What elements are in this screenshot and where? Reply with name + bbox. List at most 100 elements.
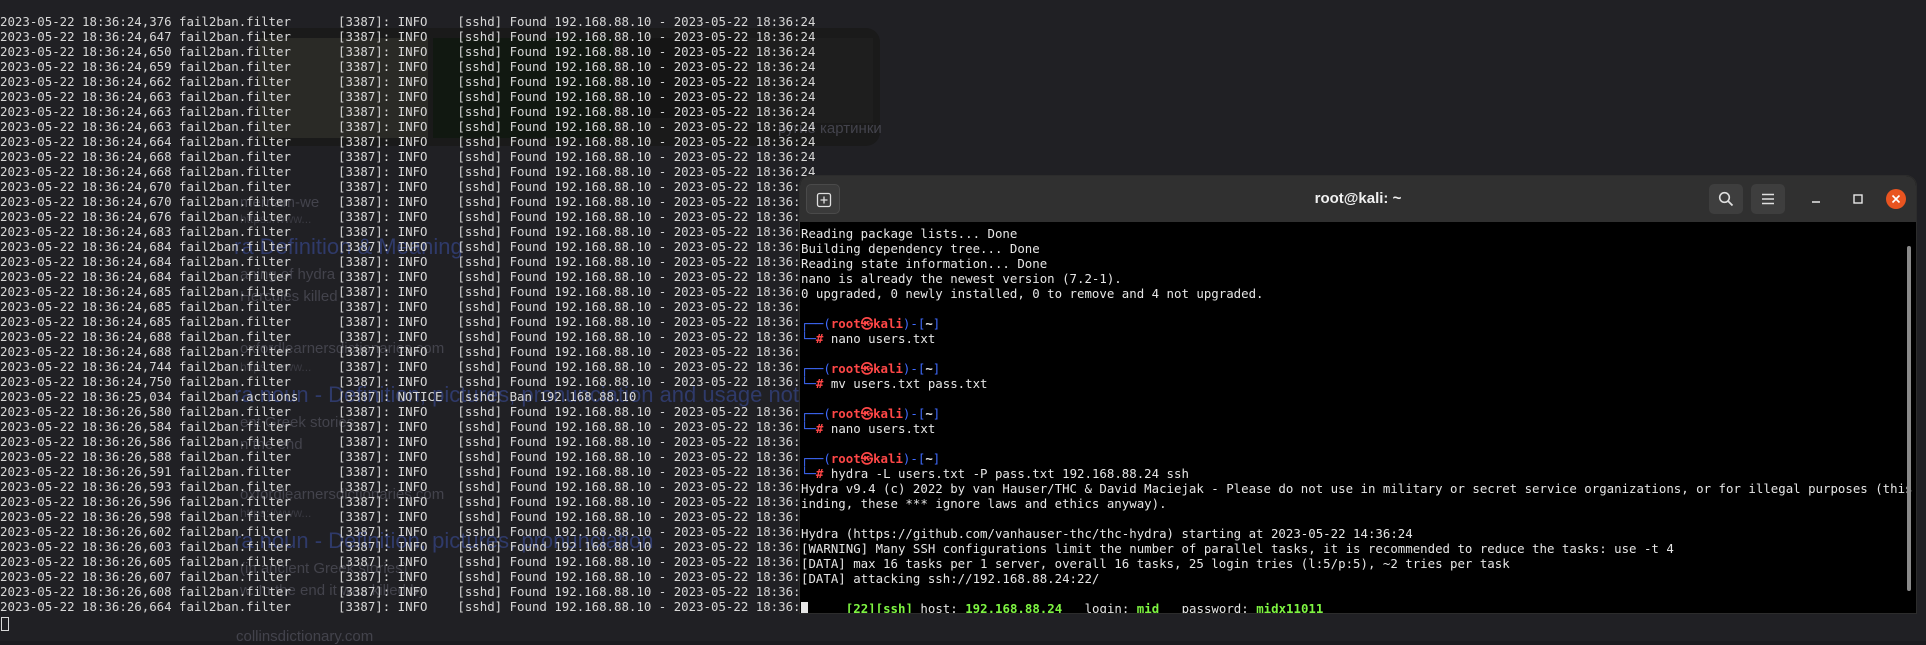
output-line: Building dependency tree... Done (801, 241, 1040, 256)
prompt-sep: )-[ (902, 406, 926, 421)
log-message: [3387]: INFO [sshd] Found 192.168.88.10 … (338, 74, 816, 89)
command-line: └─# mv users.txt pass.txt (801, 376, 1899, 391)
log-line: 2023-05-22 18:36:26,591 fail2ban.filter [… (0, 464, 815, 479)
terminal-cursor (1, 617, 9, 631)
log-source: 2023-05-22 18:36:24,750 fail2ban.filter (0, 374, 291, 389)
log-message: [3387]: INFO [sshd] Found 192.168.88.10 … (338, 44, 816, 59)
log-message: [3387]: INFO [sshd] Found 192.168.88.10 … (338, 89, 816, 104)
terminal-scrollbar[interactable] (1907, 246, 1911, 591)
log-source: 2023-05-22 18:36:24,683 fail2ban.filter (0, 224, 291, 239)
host-label: host: (920, 601, 958, 613)
log-source: 2023-05-22 18:36:25,034 fail2ban.actions (0, 389, 299, 404)
log-source: 2023-05-22 18:36:24,688 fail2ban.filter (0, 329, 291, 344)
log-source: 2023-05-22 18:36:24,668 fail2ban.filter (0, 164, 291, 179)
log-message: [3387]: INFO [sshd] Found 192.168.88.10 … (338, 149, 816, 164)
command-text: nano users.txt (830, 421, 936, 436)
log-line: 2023-05-22 18:36:25,034 fail2ban.actions… (0, 389, 790, 404)
log-message: [3387]: INFO [sshd] Found 192.168.88.10 … (338, 599, 816, 614)
log-line: 2023-05-22 18:36:26,588 fail2ban.filter [… (0, 449, 815, 464)
command-line: └─# nano users.txt (801, 331, 1899, 346)
login-label: login: (1084, 601, 1130, 613)
prompt-corner: └─ (801, 331, 816, 346)
terminal-window[interactable]: root@kali: ~ Reading package lists... Do… (800, 176, 1916, 613)
log-source: 2023-05-22 18:36:24,662 fail2ban.filter (0, 74, 291, 89)
log-message: [3387]: INFO [sshd] Found 192.168.88.10 … (338, 209, 816, 224)
prompt-host: kali (873, 316, 903, 331)
log-message: [3387]: INFO [sshd] Found 192.168.88.10 … (338, 239, 816, 254)
result-bracket: ] (905, 601, 913, 613)
log-line: 2023-05-22 18:36:24,685 fail2ban.filter [… (0, 284, 815, 299)
log-line: 2023-05-22 18:36:24,650 fail2ban.filter [… (0, 44, 815, 59)
search-button[interactable] (1709, 184, 1743, 214)
log-source: 2023-05-22 18:36:24,663 fail2ban.filter (0, 119, 291, 134)
log-message: [3387]: INFO [sshd] Found 192.168.88.10 … (338, 254, 816, 269)
skull-icon: ㉿ (860, 361, 874, 376)
log-line: 2023-05-22 18:36:24,684 fail2ban.filter [… (0, 254, 815, 269)
log-source: 2023-05-22 18:36:24,684 fail2ban.filter (0, 239, 291, 254)
output-line: [DATA] max 16 tasks per 1 server, overal… (801, 556, 1510, 571)
prompt-end: ] (932, 451, 941, 466)
minimize-button[interactable] (1806, 189, 1826, 209)
log-source: 2023-05-22 18:36:24,685 fail2ban.filter (0, 299, 291, 314)
log-message: [3387]: INFO [sshd] Found 192.168.88.10 … (338, 29, 816, 44)
log-message: [3387]: INFO [sshd] Found 192.168.88.10 … (338, 119, 816, 134)
log-line: 2023-05-22 18:36:24,750 fail2ban.filter [… (0, 374, 815, 389)
log-line: 2023-05-22 18:36:24,662 fail2ban.filter [… (0, 74, 815, 89)
log-message: [3387]: INFO [sshd] Found 192.168.88.10 … (338, 584, 816, 599)
log-line: 2023-05-22 18:36:24,663 fail2ban.filter [… (0, 104, 815, 119)
log-source: 2023-05-22 18:36:24,688 fail2ban.filter (0, 344, 291, 359)
log-line: 2023-05-22 18:36:26,584 fail2ban.filter [… (0, 419, 815, 434)
log-source: 2023-05-22 18:36:26,607 fail2ban.filter (0, 569, 291, 584)
log-source: 2023-05-22 18:36:24,647 fail2ban.filter (0, 29, 291, 44)
log-line: 2023-05-22 18:36:26,607 fail2ban.filter [… (0, 569, 815, 584)
log-message: [3387]: INFO [sshd] Found 192.168.88.10 … (338, 314, 816, 329)
log-line: 2023-05-22 18:36:26,664 fail2ban.filter [… (0, 599, 815, 614)
log-line: 2023-05-22 18:36:24,659 fail2ban.filter [… (0, 59, 815, 74)
prompt-hash: # (815, 421, 824, 436)
window-title: root@kali: ~ (1314, 190, 1402, 207)
log-message: [3387]: NOTICE [sshd] Ban 192.168.88.10 (338, 389, 637, 404)
log-source: 2023-05-22 18:36:24,650 fail2ban.filter (0, 44, 291, 59)
menu-button[interactable] (1751, 184, 1785, 214)
log-line: 2023-05-22 18:36:24,685 fail2ban.filter [… (0, 314, 815, 329)
prompt-corner: ┌──( (801, 316, 831, 331)
prompt-end: ] (932, 316, 941, 331)
close-button[interactable] (1886, 189, 1906, 209)
log-line: 2023-05-22 18:36:26,580 fail2ban.filter [… (0, 404, 815, 419)
log-line: 2023-05-22 18:36:24,744 fail2ban.filter [… (0, 359, 815, 374)
prompt-header: ┌──(root㉿kali)-[~] (801, 451, 1899, 466)
log-source: 2023-05-22 18:36:24,670 fail2ban.filter (0, 194, 291, 209)
output-line: Hydra (https://github.com/vanhauser-thc/… (801, 526, 1413, 541)
log-message: [3387]: INFO [sshd] Found 192.168.88.10 … (338, 164, 816, 179)
log-message: [3387]: INFO [sshd] Found 192.168.88.10 … (338, 194, 816, 209)
log-message: [3387]: INFO [sshd] Found 192.168.88.10 … (338, 569, 816, 584)
maximize-icon (1853, 194, 1863, 204)
log-source: 2023-05-22 18:36:26,596 fail2ban.filter (0, 494, 291, 509)
result-service: ssh (883, 601, 906, 613)
log-source: 2023-05-22 18:36:26,580 fail2ban.filter (0, 404, 291, 419)
log-line: 2023-05-22 18:36:26,602 fail2ban.filter [… (0, 524, 815, 539)
prompt-hash: # (815, 331, 824, 346)
log-message: [3387]: INFO [sshd] Found 192.168.88.10 … (338, 509, 816, 524)
log-message: [3387]: INFO [sshd] Found 192.168.88.10 … (338, 419, 816, 434)
prompt-dir: ~ (925, 316, 933, 331)
log-source: 2023-05-22 18:36:26,588 fail2ban.filter (0, 449, 291, 464)
log-message: [3387]: INFO [sshd] Found 192.168.88.10 … (338, 299, 816, 314)
command-history: ┌──(root㉿kali)-[~] └─# nano users.txt ┌──(… (801, 316, 1899, 481)
log-message: [3387]: INFO [sshd] Found 192.168.88.10 … (338, 494, 816, 509)
new-tab-button[interactable] (806, 184, 840, 214)
terminal-titlebar[interactable]: root@kali: ~ (800, 176, 1916, 222)
hamburger-menu-icon (1762, 193, 1774, 205)
maximize-button[interactable] (1848, 189, 1868, 209)
log-source: 2023-05-22 18:36:24,668 fail2ban.filter (0, 149, 291, 164)
log-line: 2023-05-22 18:36:26,593 fail2ban.filter [… (0, 479, 815, 494)
log-message: [3387]: INFO [sshd] Found 192.168.88.10 … (338, 554, 816, 569)
log-line: 2023-05-22 18:36:24,684 fail2ban.filter [… (0, 239, 815, 254)
terminal-output[interactable]: Reading package lists... Done Building d… (801, 222, 1913, 613)
prompt-corner: └─ (801, 466, 816, 481)
prompt-sep: )-[ (902, 451, 926, 466)
log-line: 2023-05-22 18:36:26,608 fail2ban.filter [… (0, 584, 815, 599)
